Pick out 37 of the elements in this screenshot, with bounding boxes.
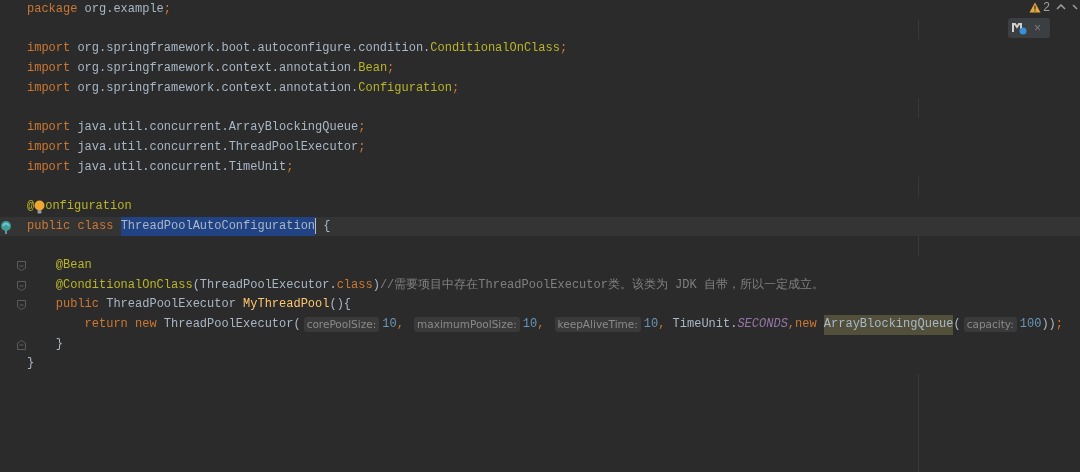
lightbulb-icon[interactable] — [34, 199, 46, 214]
parameter-hint: capacity: — [963, 317, 1017, 333]
code-text: } — [27, 355, 35, 373]
warning-icon[interactable] — [1029, 1, 1042, 13]
code-text: import org.springframework.context.annotation.Configuration; — [27, 79, 460, 97]
code-text: 10, TimeUnit.SECONDS,new — [643, 316, 818, 333]
code-text: } — [54, 335, 63, 353]
code-text: import java.util.concurrent.TimeUnit; — [27, 158, 294, 176]
code-text: return new ThreadPoolExecutor( — [83, 316, 301, 333]
code-text: ( — [953, 316, 961, 333]
code-text: public ThreadPoolExecutor MyThreadPool(){ — [54, 296, 352, 314]
code-text: import java.util.concurrent.ArrayBlockingQueue; — [27, 119, 366, 137]
code-text: import java.util.concurrent.ThreadPoolExecutor; — [27, 138, 366, 156]
warning-count: 2 — [1043, 0, 1050, 16]
code-text: @ — [27, 197, 35, 215]
text-cursor — [315, 218, 317, 235]
code-text: import org.springframework.boot.autoconfigure.condition.ConditionalOnClass; — [27, 40, 568, 58]
code-text: 100)); — [1019, 316, 1063, 333]
code-text: package org.example; — [27, 1, 172, 18]
code-text: onfiguration — [45, 197, 132, 215]
code-text: import org.springframework.context.annotation.Bean; — [27, 60, 395, 78]
close-button[interactable]: × — [1034, 22, 1041, 34]
chevron-up-icon[interactable] — [1056, 4, 1066, 10]
bean-icon[interactable] — [0, 219, 12, 234]
code-text: 10, — [522, 316, 546, 333]
parameter-hint: maximumPoolSize: — [414, 317, 520, 333]
code-text: @ConditionalOnClass(ThreadPoolExecutor.class)//需要项目中存在ThreadPoolExecutor类。该类为 JDK 自带，所以一定成立。 — [54, 276, 824, 294]
code-text: { — [322, 217, 331, 235]
maven-reload-icon[interactable] — [1012, 21, 1028, 35]
code-text: @Bean — [54, 256, 92, 274]
highlighted-text: ArrayBlockingQueue — [823, 315, 954, 335]
chevron-down-icon[interactable] — [1072, 4, 1078, 10]
parameter-hint: keepAliveTime: — [554, 317, 641, 333]
code-text: 10, — [382, 316, 405, 333]
code-text: public class — [27, 217, 115, 235]
selected-text: ThreadPoolAutoConfiguration — [120, 216, 316, 237]
parameter-hint: corePoolSize: — [303, 317, 380, 333]
